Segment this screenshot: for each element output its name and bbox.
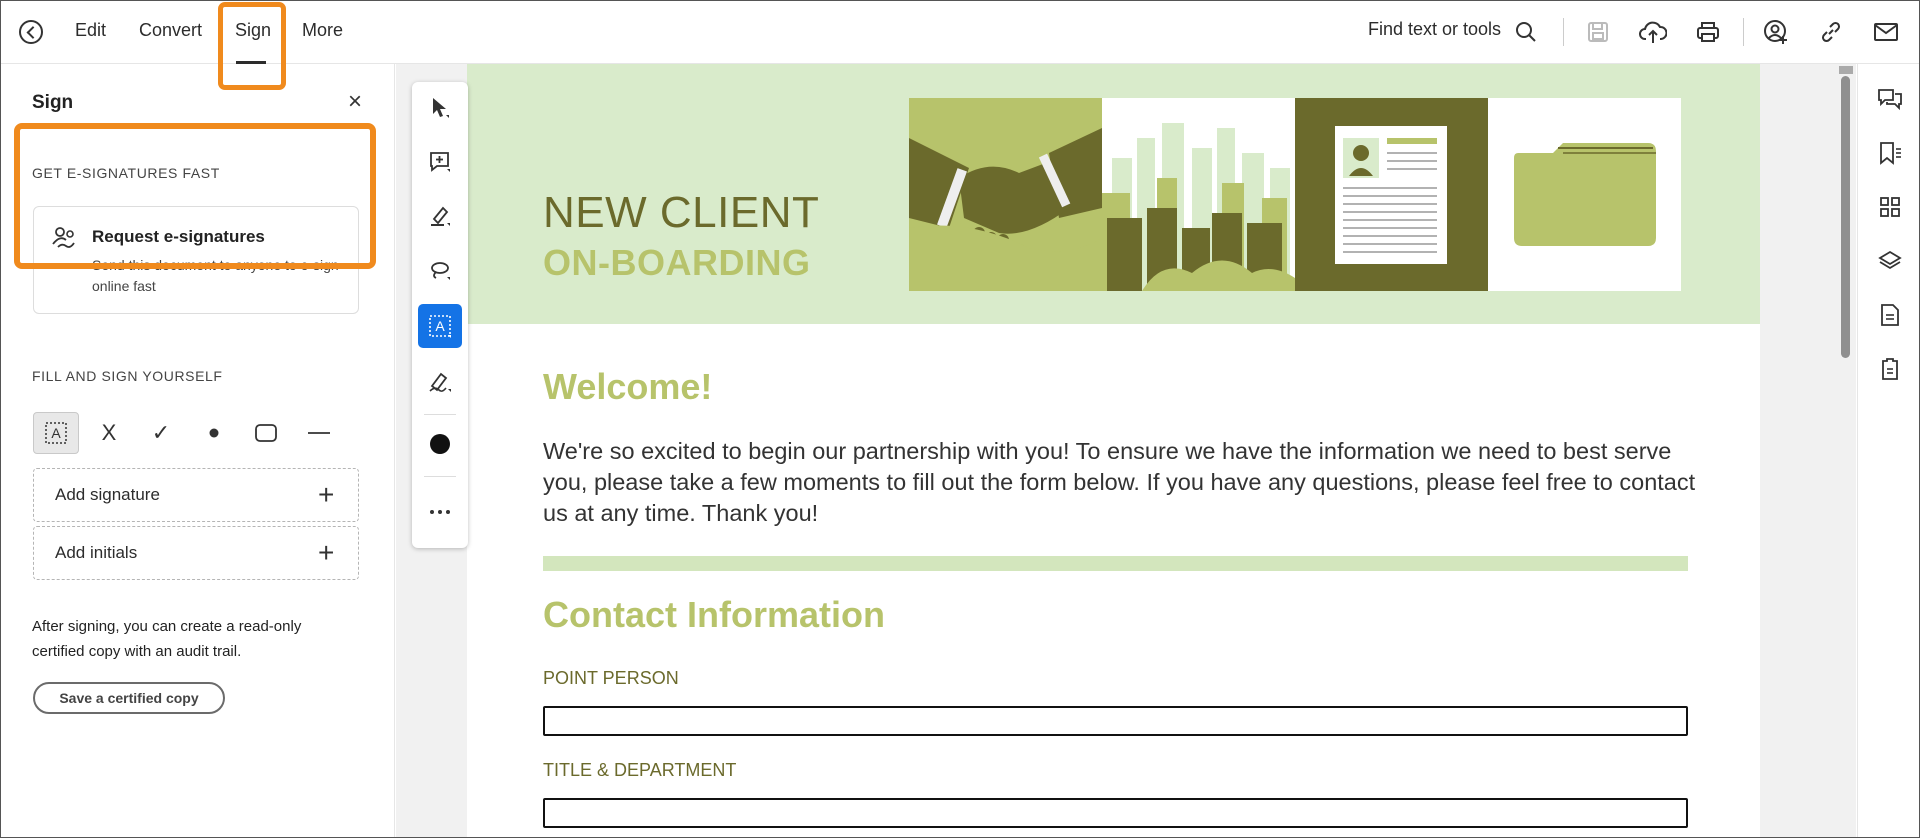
city-illustration bbox=[1102, 98, 1295, 291]
welcome-heading: Welcome! bbox=[543, 366, 713, 407]
plus-icon: + bbox=[318, 479, 335, 510]
scroll-up-arrow[interactable] bbox=[1839, 66, 1853, 74]
title-department-input[interactable] bbox=[543, 798, 1688, 828]
contact-heading: Contact Information bbox=[543, 594, 885, 635]
tools-divider bbox=[424, 476, 456, 477]
panel-title: Sign bbox=[32, 92, 74, 113]
rectangle-icon[interactable] bbox=[250, 412, 282, 454]
add-comment-icon[interactable] bbox=[418, 140, 462, 184]
close-icon[interactable]: × bbox=[348, 88, 362, 116]
nav-convert[interactable]: Convert bbox=[139, 20, 202, 41]
certified-copy-info: After signing, you can create a read-onl… bbox=[32, 618, 302, 660]
point-person-input[interactable] bbox=[543, 706, 1688, 736]
section-heading-fill: FILL AND SIGN YOURSELF bbox=[32, 368, 223, 384]
color-dot-icon[interactable] bbox=[418, 422, 462, 466]
field-label-point-person: POINT PERSON bbox=[543, 668, 679, 688]
toolbar-divider bbox=[1563, 18, 1564, 46]
welcome-paragraph: We're so excited to begin our partnershi… bbox=[543, 438, 1696, 526]
mail-icon[interactable] bbox=[1870, 16, 1902, 48]
top-toolbar: Edit Convert Sign More Find text or tool… bbox=[0, 0, 1920, 64]
print-icon[interactable] bbox=[1692, 16, 1724, 48]
add-text-icon[interactable]: A bbox=[418, 304, 462, 348]
document-icon[interactable] bbox=[1875, 300, 1905, 330]
right-rail bbox=[1857, 64, 1920, 838]
sign-tab-highlight bbox=[218, 2, 286, 90]
file-info-icon[interactable] bbox=[1875, 354, 1905, 384]
add-initials-label: Add initials bbox=[55, 543, 138, 562]
banner-title-line1: NEW CLIENT bbox=[543, 188, 820, 237]
tools-divider bbox=[424, 414, 456, 415]
link-icon[interactable] bbox=[1815, 16, 1847, 48]
highlight-pen-icon[interactable] bbox=[418, 194, 462, 238]
comments-icon[interactable] bbox=[1875, 84, 1905, 114]
toolbar-divider bbox=[1743, 18, 1744, 46]
scrollbar-thumb[interactable] bbox=[1841, 76, 1850, 358]
layers-icon[interactable] bbox=[1875, 246, 1905, 276]
thumbnails-icon[interactable] bbox=[1875, 192, 1905, 222]
text-tool-icon[interactable]: A bbox=[33, 412, 79, 454]
dot-icon[interactable] bbox=[198, 412, 230, 454]
add-signature-button[interactable]: Add signature + bbox=[33, 468, 359, 522]
document-banner: NEW CLIENT ON-BOARDING bbox=[467, 64, 1760, 324]
bookmarks-icon[interactable] bbox=[1875, 138, 1905, 168]
nav-more[interactable]: More bbox=[302, 20, 343, 41]
find-tools-label[interactable]: Find text or tools bbox=[1368, 19, 1501, 40]
checkmark-icon[interactable]: ✓ bbox=[145, 412, 177, 454]
home-icon[interactable] bbox=[19, 20, 43, 44]
field-label-title-department: TITLE & DEPARTMENT bbox=[543, 760, 737, 780]
handshake-illustration bbox=[909, 98, 1102, 291]
upload-cloud-icon[interactable] bbox=[1637, 16, 1669, 48]
folder-illustration bbox=[1488, 98, 1681, 291]
document-page[interactable]: NEW CLIENT ON-BOARDING Welcome! We're so… bbox=[467, 64, 1760, 838]
save-icon[interactable] bbox=[1582, 16, 1614, 48]
plus-icon: + bbox=[318, 537, 335, 568]
draw-lasso-icon[interactable] bbox=[418, 248, 462, 292]
save-certified-copy-button[interactable]: Save a certified copy bbox=[33, 682, 225, 714]
sign-pen-icon[interactable] bbox=[418, 360, 462, 404]
more-icon[interactable] bbox=[418, 490, 462, 534]
nav-edit[interactable]: Edit bbox=[75, 20, 106, 41]
svg-text:A: A bbox=[435, 318, 445, 334]
profile-document-illustration bbox=[1295, 98, 1488, 291]
request-card-highlight bbox=[14, 123, 376, 269]
cross-mark-glyph: X bbox=[101, 420, 117, 445]
add-initials-button[interactable]: Add initials + bbox=[33, 526, 359, 580]
svg-text:A: A bbox=[51, 425, 61, 441]
line-icon[interactable] bbox=[303, 412, 335, 454]
add-signature-label: Add signature bbox=[55, 485, 160, 504]
section-divider bbox=[543, 556, 1688, 571]
cross-mark-icon[interactable]: X bbox=[93, 412, 125, 454]
select-cursor-icon[interactable] bbox=[418, 86, 462, 130]
search-icon[interactable] bbox=[1510, 16, 1542, 48]
banner-title-line2: ON-BOARDING bbox=[543, 242, 811, 283]
quick-tools-bar: A bbox=[412, 82, 468, 548]
add-user-icon[interactable] bbox=[1760, 16, 1792, 48]
